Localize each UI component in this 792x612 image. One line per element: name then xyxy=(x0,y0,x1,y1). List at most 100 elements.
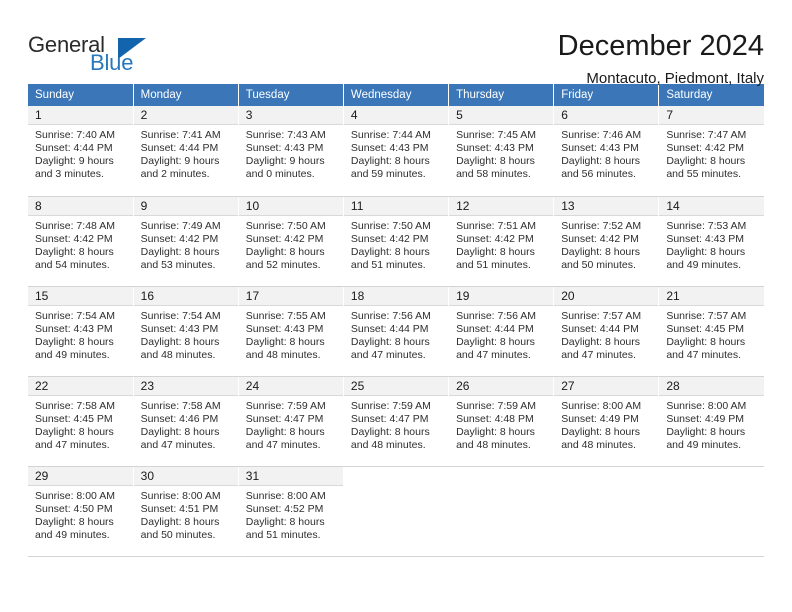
daylight-text-line1: Daylight: 8 hours xyxy=(456,335,535,348)
calendar-day-cell[interactable]: 14 Sunrise: 7:53 AM Sunset: 4:43 PM Dayligh… xyxy=(658,196,764,287)
daylight-text-line2: and 49 minutes. xyxy=(666,258,742,271)
calendar-day-cell[interactable]: 19 Sunrise: 7:56 AM Sunset: 4:44 PM Dayligh… xyxy=(448,286,555,377)
calendar-day-cell[interactable]: 16 Sunrise: 7:54 AM Sunset: 4:43 PM Dayligh… xyxy=(133,286,239,377)
calendar-page: General Blue December 2024 Montacuto, Pi… xyxy=(0,0,792,612)
day-details: Sunrise: 7:40 AM Sunset: 4:44 PM Daylight:… xyxy=(28,125,133,181)
daylight-text-line2: and 0 minutes. xyxy=(245,168,315,180)
daylight-text-line2: and 47 minutes. xyxy=(245,438,321,451)
calendar-week-row: 1 Sunrise: 7:40 AM Sunset: 4:44 PM Daylight… xyxy=(28,106,764,197)
calendar-day-cell[interactable]: 24 Sunrise: 7:59 AM Sunset: 4:47 PM Dayligh… xyxy=(238,376,344,467)
calendar-day-cell[interactable]: 28 Sunrise: 8:00 AM Sunset: 4:49 PM Dayligh… xyxy=(658,376,764,467)
daylight-text-line2: and 48 minutes. xyxy=(456,438,531,451)
sunrise-text: Sunrise: 7:56 AM xyxy=(456,309,537,322)
day-number: 14 xyxy=(659,196,764,216)
day-number: 28 xyxy=(659,376,764,396)
sunrise-text: Sunrise: 7:45 AM xyxy=(456,129,537,141)
sunset-text: Sunset: 4:46 PM xyxy=(140,412,219,425)
daylight-text-line2: and 47 minutes. xyxy=(35,438,110,451)
daylight-text-line2: and 48 minutes. xyxy=(350,438,426,451)
calendar-day-cell[interactable]: 31 Sunrise: 8:00 AM Sunset: 4:52 PM Dayligh… xyxy=(238,466,344,557)
day-number: 21 xyxy=(659,286,764,306)
calendar-day-cell[interactable]: 25 Sunrise: 7:59 AM Sunset: 4:47 PM Dayligh… xyxy=(343,376,450,467)
calendar-day-cell[interactable]: 13 Sunrise: 7:52 AM Sunset: 4:42 PM Dayligh… xyxy=(553,196,660,287)
daylight-text-line2: and 47 minutes. xyxy=(666,348,742,361)
calendar-day-cell[interactable]: 1 Sunrise: 7:40 AM Sunset: 4:44 PM Daylight… xyxy=(28,106,134,197)
daylight-text-line1: Daylight: 9 hours xyxy=(35,155,114,167)
daylight-text-line1: Daylight: 8 hours xyxy=(245,245,325,258)
day-details: Sunrise: 7:54 AM Sunset: 4:43 PM Daylight:… xyxy=(134,306,238,362)
daylight-text-line1: Daylight: 8 hours xyxy=(140,335,220,348)
sunset-text: Sunset: 4:43 PM xyxy=(35,322,113,335)
sunset-text: Sunset: 4:43 PM xyxy=(140,322,219,335)
weekday-header-sunday: Sunday xyxy=(28,84,134,106)
calendar-day-cell[interactable]: 11 Sunrise: 7:50 AM Sunset: 4:42 PM Dayligh… xyxy=(343,196,450,287)
sunrise-text: Sunrise: 7:50 AM xyxy=(245,219,326,232)
day-number: 1 xyxy=(28,106,133,125)
calendar-day-cell[interactable]: 2 Sunrise: 7:41 AM Sunset: 4:44 PM Daylight… xyxy=(133,106,239,197)
day-number: 8 xyxy=(28,196,133,216)
calendar-day-cell[interactable]: 27 Sunrise: 8:00 AM Sunset: 4:49 PM Dayligh… xyxy=(553,376,660,467)
calendar-day-cell[interactable]: 17 Sunrise: 7:55 AM Sunset: 4:43 PM Dayligh… xyxy=(238,286,344,377)
daylight-text-line1: Daylight: 8 hours xyxy=(350,335,430,348)
calendar-day-cell[interactable]: 21 Sunrise: 7:57 AM Sunset: 4:45 PM Dayligh… xyxy=(658,286,764,377)
daylight-text-line2: and 56 minutes. xyxy=(561,168,636,180)
calendar-day-cell[interactable]: 5 Sunrise: 7:45 AM Sunset: 4:43 PM Daylight… xyxy=(448,106,555,197)
calendar-day-cell[interactable]: 10 Sunrise: 7:50 AM Sunset: 4:42 PM Dayligh… xyxy=(238,196,344,287)
calendar-day-cell[interactable]: 22 Sunrise: 7:58 AM Sunset: 4:45 PM Dayligh… xyxy=(28,376,134,467)
day-details: Sunrise: 7:56 AM Sunset: 4:44 PM Daylight:… xyxy=(449,306,553,362)
daylight-text-line2: and 49 minutes. xyxy=(35,528,110,541)
weekday-header-thursday: Thursday xyxy=(448,84,555,106)
day-number xyxy=(449,467,553,486)
day-details: Sunrise: 7:59 AM Sunset: 4:48 PM Daylight:… xyxy=(449,396,553,452)
daylight-text-line1: Daylight: 9 hours xyxy=(140,155,220,167)
day-details: Sunrise: 8:00 AM Sunset: 4:52 PM Daylight:… xyxy=(239,486,343,542)
calendar-day-cell[interactable]: 30 Sunrise: 8:00 AM Sunset: 4:51 PM Dayligh… xyxy=(133,466,239,557)
calendar-day-cell[interactable]: 23 Sunrise: 7:58 AM Sunset: 4:46 PM Dayligh… xyxy=(133,376,239,467)
daylight-text-line2: and 59 minutes. xyxy=(350,168,426,180)
calendar-day-cell[interactable]: 7 Sunrise: 7:47 AM Sunset: 4:42 PM Daylight… xyxy=(658,106,764,197)
day-number xyxy=(344,467,448,486)
calendar-cell-empty xyxy=(658,466,764,557)
calendar-day-cell[interactable]: 8 Sunrise: 7:48 AM Sunset: 4:42 PM Daylight… xyxy=(28,196,134,287)
day-number: 6 xyxy=(554,106,659,125)
calendar-day-cell[interactable]: 3 Sunrise: 7:43 AM Sunset: 4:43 PM Daylight… xyxy=(238,106,344,197)
daylight-text-line1: Daylight: 8 hours xyxy=(140,515,220,528)
calendar-day-cell[interactable]: 15 Sunrise: 7:54 AM Sunset: 4:43 PM Dayligh… xyxy=(28,286,134,377)
sunrise-text: Sunrise: 7:56 AM xyxy=(350,309,431,322)
sunrise-text: Sunrise: 7:51 AM xyxy=(456,219,537,232)
day-number: 13 xyxy=(554,196,659,216)
sunset-text: Sunset: 4:51 PM xyxy=(140,502,219,515)
day-details: Sunrise: 7:47 AM Sunset: 4:42 PM Daylight:… xyxy=(659,125,764,181)
calendar-day-cell[interactable]: 26 Sunrise: 7:59 AM Sunset: 4:48 PM Dayligh… xyxy=(448,376,555,467)
day-details: Sunrise: 7:44 AM Sunset: 4:43 PM Daylight:… xyxy=(344,125,448,181)
daylight-text-line1: Daylight: 8 hours xyxy=(456,425,535,438)
sunrise-text: Sunrise: 7:59 AM xyxy=(350,399,431,412)
day-number: 4 xyxy=(343,106,449,125)
calendar-day-cell[interactable]: 29 Sunrise: 8:00 AM Sunset: 4:50 PM Dayligh… xyxy=(28,466,134,557)
sunset-text: Sunset: 4:45 PM xyxy=(666,322,744,335)
daylight-text-line1: Daylight: 8 hours xyxy=(350,425,430,438)
day-details: Sunrise: 7:58 AM Sunset: 4:46 PM Daylight:… xyxy=(134,396,238,452)
day-details: Sunrise: 8:00 AM Sunset: 4:51 PM Daylight:… xyxy=(134,486,238,542)
daylight-text-line2: and 48 minutes. xyxy=(561,438,636,451)
calendar-day-cell[interactable]: 12 Sunrise: 7:51 AM Sunset: 4:42 PM Dayligh… xyxy=(448,196,555,287)
daylight-text-line2: and 47 minutes. xyxy=(456,348,531,361)
logo-text-blue: Blue xyxy=(90,50,134,75)
sunset-text: Sunset: 4:44 PM xyxy=(350,322,429,335)
daylight-text-line1: Daylight: 8 hours xyxy=(666,155,746,167)
day-details: Sunrise: 7:56 AM Sunset: 4:44 PM Daylight:… xyxy=(344,306,448,362)
sunrise-text: Sunrise: 8:00 AM xyxy=(666,399,747,412)
calendar-day-cell[interactable]: 18 Sunrise: 7:56 AM Sunset: 4:44 PM Dayligh… xyxy=(343,286,450,377)
day-details: Sunrise: 8:00 AM Sunset: 4:49 PM Daylight:… xyxy=(554,396,658,452)
calendar-day-cell[interactable]: 20 Sunrise: 7:57 AM Sunset: 4:44 PM Dayligh… xyxy=(553,286,660,377)
daylight-text-line1: Daylight: 8 hours xyxy=(666,245,746,258)
calendar-day-cell[interactable]: 9 Sunrise: 7:49 AM Sunset: 4:42 PM Daylight… xyxy=(133,196,239,287)
day-details: Sunrise: 7:59 AM Sunset: 4:47 PM Daylight:… xyxy=(344,396,448,452)
page-header: General Blue December 2024 Montacuto, Pi… xyxy=(28,0,764,87)
calendar-day-cell[interactable]: 6 Sunrise: 7:46 AM Sunset: 4:43 PM Daylight… xyxy=(553,106,660,197)
calendar-body: 1 Sunrise: 7:40 AM Sunset: 4:44 PM Daylight… xyxy=(28,106,764,557)
calendar-day-cell[interactable]: 4 Sunrise: 7:44 AM Sunset: 4:43 PM Daylight… xyxy=(343,106,450,197)
day-details: Sunrise: 7:58 AM Sunset: 4:45 PM Daylight:… xyxy=(28,396,133,452)
day-number: 12 xyxy=(449,196,554,216)
general-blue-logo[interactable]: General Blue xyxy=(28,28,146,78)
